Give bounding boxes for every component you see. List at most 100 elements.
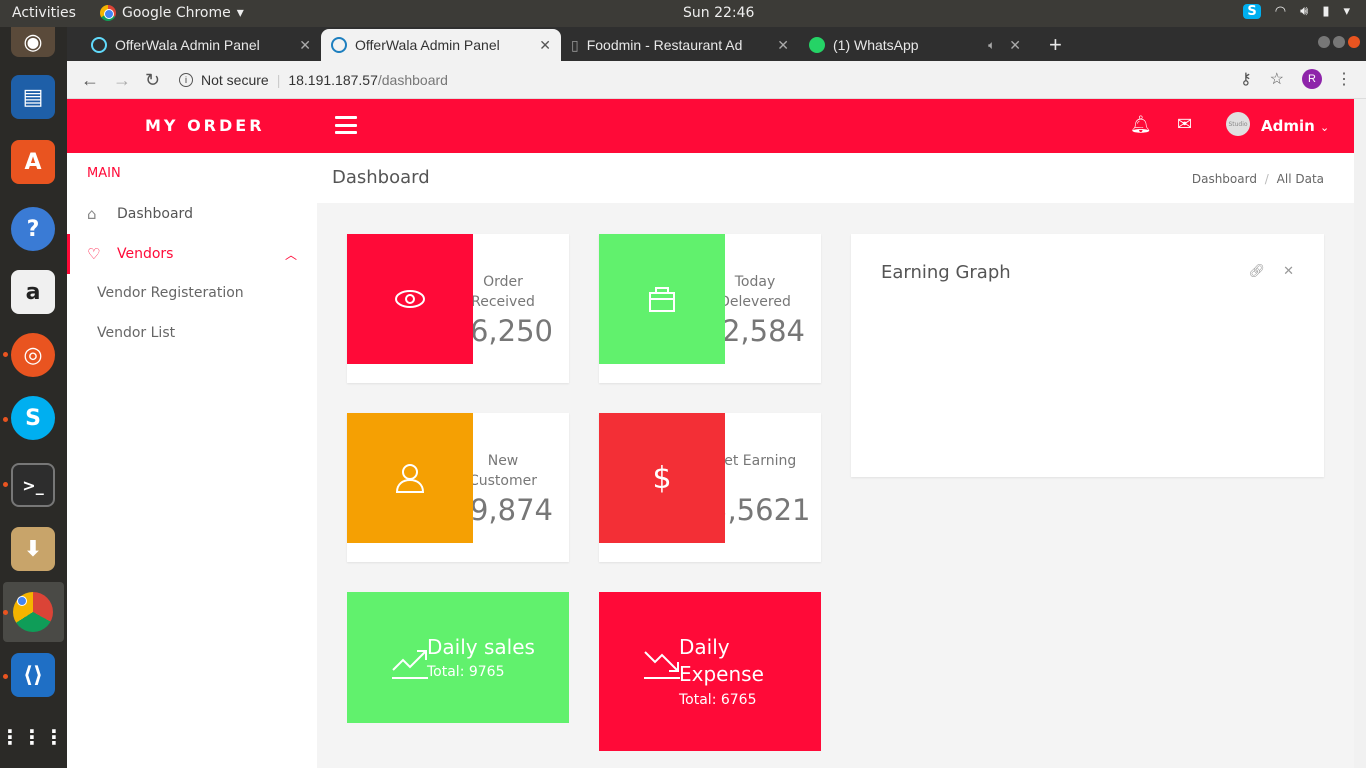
menu-icon[interactable]: ⋮ xyxy=(1336,69,1352,89)
chevron-up-icon: ︿ xyxy=(284,247,297,262)
stat-icon-box xyxy=(347,413,473,543)
clock[interactable]: Sun 22:46 xyxy=(683,5,754,21)
info-icon[interactable]: i xyxy=(179,73,193,87)
speaker-app-icon[interactable]: ◉ xyxy=(11,27,55,57)
home-icon: ⌂ xyxy=(87,205,97,223)
audio-icon[interactable]: 🔈︎ xyxy=(988,38,995,53)
wifi-icon: ◠ xyxy=(1274,4,1287,19)
react-icon xyxy=(91,37,107,53)
sidebar-subitem-vendor-list[interactable]: Vendor List xyxy=(97,325,175,341)
user-icon xyxy=(395,464,425,493)
url-host: 18.191.187.57 xyxy=(288,72,378,88)
whatsapp-icon xyxy=(809,37,825,53)
bag-icon xyxy=(649,287,675,312)
app-header: MY ORDER 🔔︎ ✉ Studio Admin ⌄ xyxy=(67,99,1354,153)
window-controls xyxy=(1318,36,1360,48)
minimize-button[interactable] xyxy=(1318,36,1330,48)
web-page: MY ORDER 🔔︎ ✉ Studio Admin ⌄ MAIN ⌂ Dash… xyxy=(67,99,1354,768)
profile-avatar[interactable]: R xyxy=(1302,69,1322,89)
sidebar-item-label: Dashboard xyxy=(117,206,193,222)
archive-manager-icon[interactable]: ⬇ xyxy=(11,527,55,571)
url-field[interactable]: i Not secure | 18.191.187.57/dashboard xyxy=(179,68,448,92)
close-icon[interactable]: ✕ xyxy=(539,37,551,54)
breadcrumb-dashboard[interactable]: Dashboard xyxy=(1192,172,1257,186)
react-icon xyxy=(331,37,347,53)
user-menu[interactable]: Admin ⌄ xyxy=(1261,117,1329,135)
hamburger-menu-icon[interactable] xyxy=(335,116,357,134)
amazon-icon[interactable]: a xyxy=(11,270,55,314)
sidebar-subitem-vendor-registeration[interactable]: Vendor Registeration xyxy=(97,285,244,301)
chrome-dock-icon[interactable] xyxy=(11,590,55,634)
earning-graph-card: Earning Graph 🔗︎ ✕ xyxy=(851,234,1324,477)
close-icon[interactable]: ✕ xyxy=(777,37,789,54)
show-apps-icon[interactable]: ⋮⋮⋮ xyxy=(0,715,64,759)
volume-icon: 🔊︎ xyxy=(1300,4,1309,19)
system-tray[interactable]: S ◠ 🔊︎ ▮ ▾ xyxy=(1243,4,1350,19)
tab-title: (1) WhatsApp xyxy=(833,37,919,53)
sidebar-section-label: MAIN xyxy=(87,166,121,181)
new-tab-button[interactable]: + xyxy=(1039,29,1072,61)
sidebar-item-dashboard[interactable]: ⌂ Dashboard xyxy=(67,194,317,234)
daily-expense-card: Daily Expense Total: 6765 xyxy=(599,592,821,751)
software-center-icon[interactable]: A xyxy=(11,140,55,184)
dock: ◉ ▤ A ? a ◎ S >_ ⬇ ⟨⟩ ⋮⋮⋮ xyxy=(0,27,67,768)
sidebar-item-label: Vendors xyxy=(117,246,174,262)
system-top-bar: Activities Google Chrome ▾ Sun 22:46 S ◠… xyxy=(0,0,1366,27)
dollar-icon: $ xyxy=(599,413,725,543)
brand-logo[interactable]: MY ORDER xyxy=(145,116,265,135)
page-title: Dashboard xyxy=(332,167,430,188)
eye-icon xyxy=(395,290,425,308)
tab-offerwala-2[interactable]: OfferWala Admin Panel ✕ xyxy=(321,29,561,61)
ubuntu-icon[interactable]: ◎ xyxy=(11,333,55,377)
mail-icon[interactable]: ✉ xyxy=(1177,114,1192,135)
app-menu[interactable]: Google Chrome ▾ xyxy=(100,5,244,21)
app-name: Google Chrome xyxy=(122,5,231,21)
close-window-button[interactable] xyxy=(1348,36,1360,48)
battery-icon: ▮ xyxy=(1322,4,1330,19)
sidebar-item-vendors[interactable]: ♡ Vendors ︿ xyxy=(67,234,317,274)
avatar[interactable]: Studio xyxy=(1226,112,1250,136)
bell-icon[interactable]: 🔔︎ xyxy=(1130,115,1152,135)
tab-offerwala-1[interactable]: OfferWala Admin Panel ✕ xyxy=(81,29,321,61)
user-name: Admin xyxy=(1261,117,1315,135)
earning-graph-title: Earning Graph xyxy=(881,262,1011,283)
scrollbar[interactable] xyxy=(1354,99,1366,768)
close-icon[interactable]: ✕ xyxy=(1283,264,1294,279)
security-label: Not secure xyxy=(201,72,269,88)
daily-sales-card: Daily sales Total: 9765 xyxy=(347,592,569,723)
url-path: /dashboard xyxy=(377,72,448,88)
chevron-down-icon: ▾ xyxy=(1343,4,1350,19)
writer-app-icon[interactable]: ▤ xyxy=(11,75,55,119)
maximize-button[interactable] xyxy=(1333,36,1345,48)
breadcrumb: Dashboard / All Data xyxy=(1191,172,1324,186)
help-icon[interactable]: ? xyxy=(11,207,55,251)
star-icon[interactable]: ☆ xyxy=(1270,69,1284,89)
stat-icon-box xyxy=(347,234,473,364)
skype-tray-icon[interactable]: S xyxy=(1243,4,1261,19)
stat-card-net-earning: $ Net Earning 3,5621 xyxy=(599,413,821,562)
daily-expense-total: Total: 6765 xyxy=(679,692,757,708)
tab-whatsapp[interactable]: (1) WhatsApp 🔈︎ ✕ xyxy=(799,29,1031,61)
terminal-icon[interactable]: >_ xyxy=(11,463,55,507)
chrome-icon xyxy=(100,5,116,21)
page-header: Dashboard Dashboard / All Data xyxy=(317,153,1354,203)
stat-card-order-received: Order Received 6,250 xyxy=(347,234,569,383)
key-icon[interactable]: ⚷ xyxy=(1240,69,1252,89)
reload-icon[interactable]: ↻ xyxy=(145,70,160,91)
forward-icon[interactable]: → xyxy=(113,70,131,91)
back-icon[interactable]: ← xyxy=(81,70,99,91)
activities-button[interactable]: Activities xyxy=(12,5,76,21)
close-icon[interactable]: ✕ xyxy=(1009,37,1021,54)
link-icon[interactable]: 🔗︎ xyxy=(1249,264,1266,279)
tab-foodmin[interactable]: ▯ Foodmin - Restaurant Ad ✕ xyxy=(561,29,799,61)
vscode-icon[interactable]: ⟨⟩ xyxy=(11,653,55,697)
stat-card-new-customer: New Customer 9,874 xyxy=(347,413,569,562)
breadcrumb-all-data: All Data xyxy=(1276,172,1324,186)
stat-icon-box xyxy=(599,234,725,364)
address-bar: ← → ↻ i Not secure | 18.191.187.57/dashb… xyxy=(67,61,1366,99)
trend-down-icon xyxy=(644,651,680,679)
trend-up-icon xyxy=(392,650,428,679)
close-icon[interactable]: ✕ xyxy=(299,37,311,54)
tab-title: Foodmin - Restaurant Ad xyxy=(586,37,743,53)
skype-icon[interactable]: S xyxy=(11,396,55,440)
